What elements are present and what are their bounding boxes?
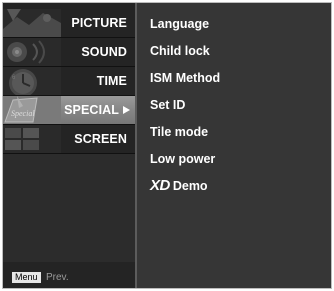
- submenu-arrow-icon: [123, 106, 130, 114]
- option-demo-label: Demo: [172, 179, 208, 193]
- sound-icon: [3, 38, 61, 66]
- xd-logo-icon: XD: [150, 177, 170, 194]
- menu-label-screen: SCREEN: [74, 132, 127, 146]
- option-xd-demo[interactable]: XD Demo: [150, 178, 208, 194]
- menu-item-time[interactable]: 6 TIME: [3, 67, 135, 96]
- option-low-power[interactable]: Low power: [150, 151, 215, 167]
- screen-icon: [3, 125, 61, 153]
- menu-label-sound: SOUND: [81, 45, 127, 59]
- special-icon-text: Special: [11, 109, 35, 118]
- option-set-id[interactable]: Set ID: [150, 97, 185, 113]
- menu-item-screen[interactable]: SCREEN: [3, 125, 135, 154]
- option-tile-mode[interactable]: Tile mode: [150, 124, 208, 140]
- osd-window: PICTURE SOUND 6 TIME Special SPECIAL SCR…: [2, 2, 332, 289]
- menu-item-sound[interactable]: SOUND: [3, 38, 135, 67]
- option-child-lock[interactable]: Child lock: [150, 43, 210, 59]
- picture-icon: [3, 9, 61, 37]
- prev-label: Prev.: [46, 272, 69, 283]
- menu-empty-area: [3, 154, 135, 262]
- footer-bar: Menu Prev.: [3, 267, 135, 288]
- main-menu: PICTURE SOUND 6 TIME Special SPECIAL SCR…: [3, 3, 135, 288]
- special-icon: Special: [3, 96, 61, 124]
- menu-button[interactable]: Menu: [12, 272, 41, 283]
- menu-label-time: TIME: [96, 74, 127, 88]
- menu-label-special: SPECIAL: [64, 103, 119, 117]
- special-submenu: Language Child lock ISM Method Set ID Ti…: [137, 3, 331, 288]
- option-ism-method[interactable]: ISM Method: [150, 70, 220, 86]
- menu-item-special[interactable]: Special SPECIAL: [3, 96, 135, 125]
- clock-icon: 6: [3, 67, 61, 95]
- menu-item-picture[interactable]: PICTURE: [3, 9, 135, 38]
- option-language[interactable]: Language: [150, 16, 209, 32]
- menu-label-picture: PICTURE: [71, 16, 127, 30]
